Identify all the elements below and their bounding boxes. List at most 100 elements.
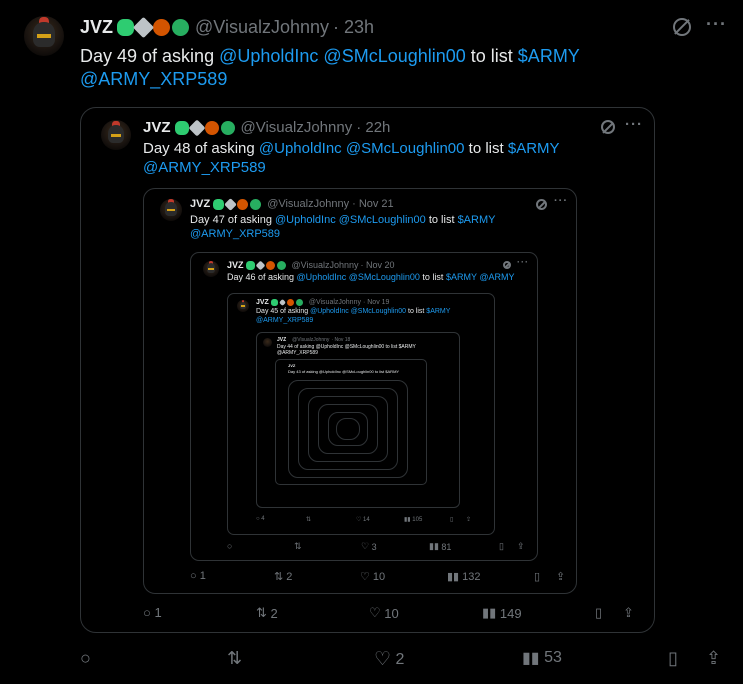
bookmark-button[interactable]: ▯ bbox=[534, 570, 540, 583]
quoted-tweet-nested[interactable]: JVZ Day 43 of asking @UpholdInc @SMcLoug… bbox=[275, 359, 427, 485]
share-button[interactable]: ⇪ bbox=[556, 570, 565, 583]
mention-army-xrp[interactable]: @ARMY_XRP589 bbox=[80, 69, 227, 89]
handle[interactable]: @VisualzJohnny bbox=[309, 299, 361, 306]
like-button[interactable]: ♡ 10 bbox=[360, 570, 385, 584]
avatar[interactable] bbox=[24, 16, 64, 56]
tweet-header: JVZ @VisualzJohnny · 23h bbox=[80, 16, 374, 39]
views-button[interactable]: ▮▮ 105 bbox=[404, 516, 422, 524]
grok-icon[interactable] bbox=[503, 261, 511, 269]
avatar[interactable] bbox=[101, 120, 131, 150]
display-name[interactable]: JVZ bbox=[277, 337, 286, 343]
quote-header: JVZ @VisualzJohnny · Nov 21 bbox=[190, 197, 394, 211]
like-button[interactable]: ♡ 10 bbox=[369, 605, 399, 621]
like-button[interactable]: ♡ 2 bbox=[374, 648, 404, 671]
display-name[interactable]: JVZ bbox=[256, 299, 269, 306]
display-name[interactable]: JVZ bbox=[227, 260, 244, 270]
mention-uphold[interactable]: @UpholdInc bbox=[259, 140, 342, 157]
mention-army[interactable]: @ARMY bbox=[479, 272, 514, 282]
tweet[interactable]: JVZ @VisualzJohnny · 23h ··· Day 49 of a… bbox=[0, 0, 743, 684]
timestamp[interactable]: · 22h bbox=[356, 119, 390, 136]
retweet-button[interactable]: ⇅ 2 bbox=[256, 605, 278, 621]
reply-button[interactable]: ○ bbox=[80, 648, 96, 669]
views-button[interactable]: ▮▮ 53 bbox=[522, 648, 562, 668]
views-button[interactable]: ▮▮ 81 bbox=[429, 541, 451, 552]
quoted-tweet-nested[interactable]: JVZ @VisualzJohnny · Nov 20 ··· Day 46 o… bbox=[190, 252, 538, 561]
cashtag-army[interactable]: $ARMY bbox=[446, 272, 477, 282]
avatar[interactable] bbox=[203, 261, 219, 277]
timestamp[interactable]: · Nov 19 bbox=[363, 299, 389, 306]
quoted-tweet-nested[interactable]: JVZ @VisualzJohnny · Nov 21 ··· Day 47 o… bbox=[143, 188, 577, 594]
avatar[interactable] bbox=[160, 199, 182, 221]
recursive-quote bbox=[336, 418, 360, 440]
reply-button[interactable]: ○ bbox=[227, 541, 232, 551]
cashtag-army[interactable]: $ARMY bbox=[508, 140, 560, 157]
snake-emoji-icon bbox=[245, 260, 255, 270]
timestamp[interactable]: · Nov 18 bbox=[331, 337, 350, 343]
mention-army-xrp[interactable]: @ARMY_XRP589 bbox=[190, 228, 280, 240]
display-name[interactable]: JVZ bbox=[288, 363, 295, 368]
bookmark-icon: ▯ bbox=[668, 648, 678, 668]
mention-army-xrp[interactable]: @ARMY_XRP589 bbox=[256, 317, 313, 324]
avatar[interactable] bbox=[263, 338, 272, 347]
cashtag-army[interactable]: $ARMY bbox=[426, 308, 450, 315]
more-options-icon[interactable]: ··· bbox=[554, 195, 568, 207]
share-button[interactable]: ⇪ bbox=[623, 605, 634, 621]
retweet-button[interactable]: ⇅ 2 bbox=[274, 570, 292, 584]
timestamp[interactable]: · Nov 21 bbox=[352, 198, 394, 210]
handle[interactable]: @VisualzJohnny bbox=[267, 198, 349, 210]
mention-uphold[interactable]: @UpholdInc bbox=[310, 308, 349, 315]
views-button[interactable]: ▮▮ 132 bbox=[447, 570, 481, 584]
snake-emoji-icon bbox=[174, 120, 189, 135]
mention-uphold[interactable]: @UpholdInc bbox=[219, 46, 318, 66]
reply-button[interactable]: ○ 4 bbox=[256, 516, 265, 522]
display-name[interactable]: JVZ bbox=[80, 17, 113, 38]
quoted-tweet-nested[interactable]: JVZ @VisualzJohnny · Nov 18 Day 44 of as… bbox=[256, 332, 460, 508]
handle[interactable]: @VisualzJohnny bbox=[195, 17, 329, 38]
mention-smcloughlin[interactable]: @SMcLoughlin00 bbox=[339, 214, 426, 226]
like-button[interactable]: ♡ 3 bbox=[361, 541, 377, 552]
retweet-button[interactable]: ⇅ bbox=[306, 516, 311, 523]
display-name[interactable]: JVZ bbox=[190, 198, 210, 210]
mention-smcloughlin[interactable]: @SMcLoughlin00 bbox=[351, 308, 406, 315]
handle[interactable]: @VisualzJohnny bbox=[292, 337, 329, 343]
mention-army-xrp[interactable]: @ARMY_XRP589 bbox=[143, 159, 266, 176]
more-options-icon[interactable]: ··· bbox=[706, 14, 727, 35]
timestamp[interactable]: · 23h bbox=[333, 17, 374, 38]
bookmark-button[interactable]: ▯ bbox=[450, 516, 453, 523]
bookmark-button[interactable]: ▯ bbox=[595, 605, 602, 621]
reply-button[interactable]: ○ 1 bbox=[143, 605, 162, 620]
quote-header: JVZ @VisualzJohnny · Nov 19 bbox=[256, 298, 389, 307]
quote-header: JVZ bbox=[288, 363, 295, 368]
mention-smcloughlin[interactable]: @SMcLoughlin00 bbox=[346, 140, 465, 157]
mention-uphold[interactable]: @UpholdInc bbox=[275, 214, 336, 226]
mention-smcloughlin[interactable]: @SMcLoughlin00 bbox=[349, 272, 420, 282]
share-button[interactable]: ⇪ bbox=[706, 648, 721, 669]
reply-button[interactable]: ○ 1 bbox=[190, 570, 206, 582]
quoted-tweet[interactable]: JVZ @VisualzJohnny · 22h ··· Day 48 of a… bbox=[80, 107, 655, 633]
share-button[interactable]: ⇪ bbox=[517, 541, 525, 552]
retweet-button[interactable]: ⇅ bbox=[294, 541, 302, 552]
grok-icon[interactable] bbox=[536, 199, 547, 210]
quoted-tweet-nested[interactable]: JVZ @VisualzJohnny · Nov 19 Day 45 of as… bbox=[227, 293, 495, 535]
like-button[interactable]: ♡ 14 bbox=[356, 516, 370, 524]
retweet-button[interactable]: ⇅ bbox=[227, 648, 247, 669]
handle[interactable]: @VisualzJohnny bbox=[292, 260, 359, 270]
share-button[interactable]: ⇪ bbox=[466, 516, 471, 523]
bookmark-button[interactable]: ▯ bbox=[499, 541, 504, 552]
mention-smcloughlin[interactable]: @SMcLoughlin00 bbox=[323, 46, 465, 66]
views-icon: ▮▮ bbox=[522, 650, 540, 667]
display-name[interactable]: JVZ bbox=[143, 119, 171, 136]
cashtag-army[interactable]: $ARMY bbox=[458, 214, 496, 226]
more-options-icon[interactable]: ··· bbox=[625, 116, 643, 133]
timestamp[interactable]: · Nov 20 bbox=[361, 260, 395, 270]
grok-icon[interactable] bbox=[673, 18, 691, 36]
mention-uphold[interactable]: @UpholdInc bbox=[297, 272, 347, 282]
bookmark-button[interactable]: ▯ bbox=[668, 648, 678, 669]
cashtag-army[interactable]: $ARMY bbox=[518, 46, 580, 66]
grok-icon[interactable] bbox=[601, 120, 615, 134]
monkey-emoji-icon bbox=[286, 299, 294, 306]
views-button[interactable]: ▮▮ 149 bbox=[482, 605, 522, 621]
handle[interactable]: @VisualzJohnny bbox=[241, 119, 353, 136]
more-options-icon[interactable]: ··· bbox=[517, 257, 529, 267]
avatar[interactable] bbox=[237, 300, 249, 312]
